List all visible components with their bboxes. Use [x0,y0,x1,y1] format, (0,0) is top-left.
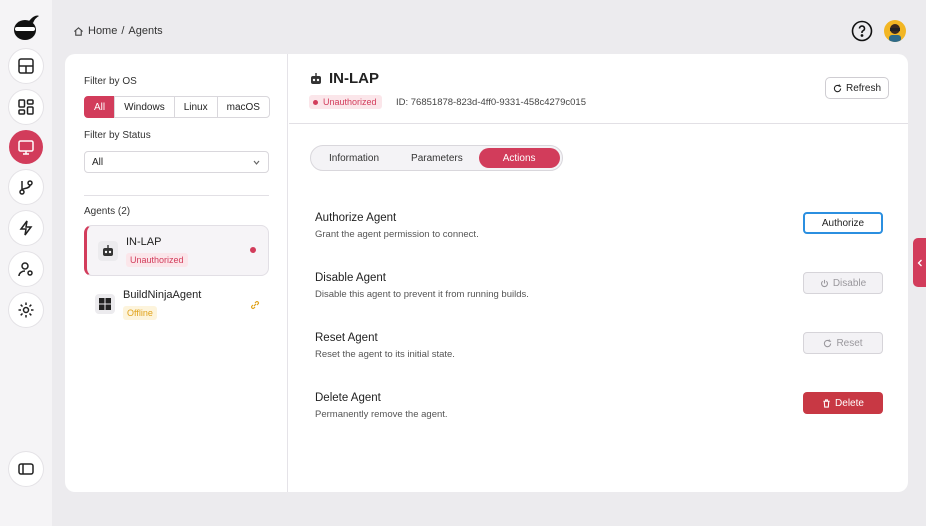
action-title: Authorize Agent [315,212,397,224]
action-authorize: Authorize Agent Grant the agent permissi… [315,212,889,252]
os-filter-all[interactable]: All [84,96,116,118]
status-filter-select[interactable]: All [84,151,269,173]
nav-rail [0,0,52,526]
authorize-button[interactable]: Authorize [803,212,883,234]
avatar[interactable] [884,20,906,42]
refresh-icon [833,83,842,92]
disable-button[interactable]: Disable [803,272,883,294]
home-icon [74,26,83,36]
agent-title: IN-LAP [309,70,379,87]
unlink-icon [251,301,259,309]
ninja-logo-icon[interactable] [11,12,41,42]
reset-label: Reset [836,337,863,349]
refresh-button[interactable]: Refresh [825,77,889,99]
windows-icon [95,294,115,314]
grid-icon [18,99,34,115]
action-reset: Reset Agent Reset the agent to its initi… [315,332,889,372]
chevron-left-icon [917,259,922,266]
delete-label: Delete [835,397,864,409]
reset-button[interactable]: Reset [803,332,883,354]
status-filter-label: Filter by Status [84,130,151,141]
nav-agents-button[interactable] [9,130,43,164]
status-badge: Offline [123,306,157,320]
action-disable: Disable Agent Disable this agent to prev… [315,272,889,312]
main-card: Filter by OS All Windows Linux macOS Fil… [65,54,908,492]
tab-actions[interactable]: Actions [478,148,560,168]
status-dot [250,247,256,253]
refresh-icon [824,338,832,347]
settings-icon [18,302,34,318]
status-badge-text: Unauthorized [323,97,377,107]
action-delete: Delete Agent Permanently remove the agen… [315,392,889,432]
status-badge: Unauthorized [126,253,188,267]
agent-card-buildninjaagent[interactable]: BuildNinjaAgent Offline [84,279,269,330]
trash-icon [823,398,830,408]
delete-button[interactable]: Delete [803,392,883,414]
agent-name: IN-LAP [126,236,162,248]
status-dot [313,99,318,105]
action-title: Delete Agent [315,392,381,404]
os-filter-group: All Windows Linux macOS [84,96,270,118]
action-title: Disable Agent [315,272,386,284]
monitor-icon [18,140,34,155]
nav-settings-button[interactable] [9,293,43,327]
action-description: Grant the agent permission to connect. [315,229,479,240]
user-gear-icon [18,262,33,277]
tab-information[interactable]: Information [313,148,395,168]
detail-tabs: Information Parameters Actions [310,145,563,171]
nav-dashboard-button[interactable] [9,49,43,83]
chevron-down-icon [253,160,260,165]
sidebar-toggle-icon [18,463,34,475]
agent-name: BuildNinjaAgent [123,289,202,301]
breadcrumb-separator: / [121,25,125,37]
robot-icon [311,72,321,84]
agent-card-in-lap[interactable]: IN-LAP Unauthorized [84,225,269,276]
sidebar-toggle-button[interactable] [9,452,43,486]
agent-id: ID: 76851878-823d-4ff0-9331-458c4279c015 [396,97,586,108]
nav-triggers-button[interactable] [9,211,43,245]
os-filter-macos[interactable]: macOS [216,96,270,118]
os-filter-label: Filter by OS [84,76,137,87]
git-branch-icon [19,180,33,195]
nav-pipelines-button[interactable] [9,170,43,204]
os-filter-linux[interactable]: Linux [173,96,218,118]
tab-parameters[interactable]: Parameters [395,148,479,168]
status-badge: Unauthorized [309,95,382,109]
power-icon [820,279,828,287]
status-filter-value: All [92,156,104,168]
divider [289,123,908,124]
help-icon[interactable] [851,20,873,42]
agent-list-panel: Filter by OS All Windows Linux macOS Fil… [65,54,288,492]
action-description: Disable this agent to prevent it from ru… [315,289,529,300]
disable-label: Disable [832,277,867,289]
nav-grid-button[interactable] [9,90,43,124]
lightning-icon [19,220,33,236]
agent-title-text: IN-LAP [329,70,379,87]
side-panel-toggle[interactable] [913,238,926,287]
breadcrumb-current: Agents [128,25,163,37]
breadcrumb-home[interactable]: Home [88,25,117,37]
action-description: Permanently remove the agent. [315,409,448,420]
nav-users-button[interactable] [9,252,43,286]
action-description: Reset the agent to its initial state. [315,349,455,360]
action-title: Reset Agent [315,332,378,344]
agents-heading: Agents (2) [84,206,131,217]
dashboard-icon [18,58,34,74]
divider [84,195,269,196]
refresh-label: Refresh [845,82,881,94]
os-filter-windows[interactable]: Windows [114,96,175,118]
robot-icon [98,241,118,261]
breadcrumb: Home / Agents [73,24,163,38]
agent-detail-panel: IN-LAP Unauthorized ID: 76851878-823d-4f… [289,54,908,492]
